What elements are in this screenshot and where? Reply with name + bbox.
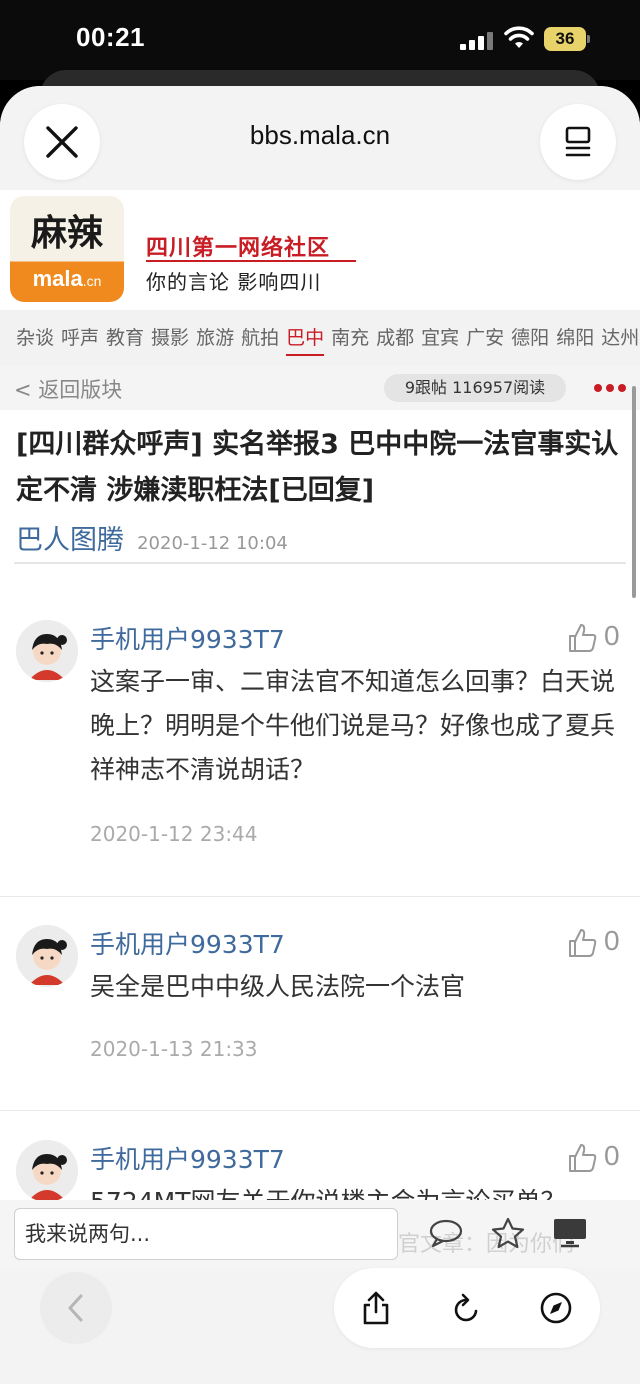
user-avatar-icon (16, 620, 78, 682)
category-tab[interactable]: 宜宾 (421, 310, 459, 366)
divider (0, 896, 640, 897)
comment-input[interactable] (15, 1209, 397, 1259)
slogan-underline (146, 260, 356, 262)
tabs-button[interactable] (540, 104, 616, 180)
comment-input-box[interactable] (14, 1208, 398, 1260)
thumbs-up-icon (569, 929, 597, 957)
battery-icon: 36 (544, 27, 590, 51)
desktop-icon (554, 1219, 586, 1248)
category-tab[interactable]: 航拍 (241, 310, 279, 366)
like-button[interactable]: 0 (566, 1140, 628, 1176)
category-tab[interactable]: 达州 (601, 310, 639, 366)
category-tab[interactable]: 呼声 (61, 310, 99, 366)
url-label[interactable]: bbs.mala.cn (120, 120, 520, 151)
avatar[interactable] (16, 1140, 78, 1200)
cellular-signal-icon (460, 30, 494, 50)
favorite-button[interactable] (488, 1214, 528, 1252)
post-header: [四川群众呼声] 实名举报3 巴中中院一法官事实认定不清 涉嫌渎职枉法[已回复]… (16, 422, 626, 557)
more-icon[interactable] (594, 384, 626, 392)
reply-username[interactable]: 手机用户9933T7 (90, 620, 285, 656)
reply-text: 5724MT网友关于你说楼主会为言论买单？ (90, 1180, 626, 1200)
reload-icon (454, 1293, 478, 1322)
tabs-icon (565, 126, 591, 157)
share-button[interactable] (356, 1288, 396, 1328)
divider (14, 562, 626, 564)
category-tab[interactable]: 广安 (466, 310, 504, 366)
close-icon (46, 126, 78, 158)
avatar[interactable] (16, 620, 78, 682)
comment-button[interactable] (426, 1214, 466, 1252)
back-to-board-link[interactable]: < 返回版块 (14, 374, 122, 404)
reply-text: 这案子一审、二审法官不知道怎么回事？白天说晚上？明明是个牛他们说是马？好像也成了… (90, 667, 616, 784)
thread-stats: 9跟帖 116957阅读 (384, 374, 566, 402)
post-author[interactable]: 巴人图腾 (16, 525, 124, 556)
divider (0, 1110, 640, 1111)
site-logo[interactable]: 麻辣 mala.cn (10, 196, 124, 302)
battery-level: 36 (544, 27, 586, 51)
category-tab[interactable]: 德阳 (511, 310, 549, 366)
reply-item: 手机用户9933T7 0 吴全是巴中中级人民法院一个法官 2020-1-13 2… (0, 925, 640, 1105)
web-page: 麻辣 mala.cn 四川第一网络社区 你的言论 影响四川 杂谈 呼声 教育 摄影 旅游… (0, 190, 640, 1200)
comment-bar: 官文章：因为你们 (0, 1200, 640, 1268)
post-title: [四川群众呼声] 实名举报3 巴中中院一法官事实认定不清 涉嫌渎职枉法[已回复] (16, 429, 619, 506)
reply-time: 2020-1-12 23:44 (90, 822, 258, 846)
compass-icon (540, 1292, 572, 1324)
reply-username[interactable]: 手机用户9933T7 (90, 925, 285, 961)
star-icon (491, 1217, 525, 1249)
reply-item: 手机用户9933T7 0 这案子一审、二审法官不知道怎么回事？白天说晚上？明明是… (0, 620, 640, 920)
desktop-view-button[interactable] (550, 1214, 590, 1252)
browser-sheet: bbs.mala.cn 麻辣 mala.cn 四川第一网络社区 你的言论 影响四… (0, 86, 640, 1384)
status-bar: 00:21 36 (0, 0, 640, 80)
reply-username[interactable]: 手机用户9933T7 (90, 1140, 285, 1176)
site-slogan: 四川第一网络社区 (146, 236, 331, 261)
thread-toolbar: < 返回版块 9跟帖 116957阅读 (0, 366, 640, 410)
like-count: 0 (604, 1140, 620, 1171)
browser-bottom-nav (0, 1268, 640, 1384)
category-tab[interactable]: 成都 (376, 310, 414, 366)
reload-button[interactable] (446, 1288, 486, 1328)
chevron-left-icon (68, 1294, 83, 1322)
thumbs-up-icon (569, 624, 597, 652)
browser-header: bbs.mala.cn (0, 86, 640, 190)
site-tagline: 你的言论 影响四川 (146, 270, 322, 294)
thumbs-up-icon (569, 1144, 597, 1172)
like-count: 0 (604, 620, 620, 651)
background-text: 官文章：因为你们 (398, 1232, 575, 1257)
scrollbar[interactable] (632, 386, 636, 598)
share-icon (363, 1291, 389, 1325)
browser-compass-button[interactable] (536, 1288, 576, 1328)
browser-actions (334, 1268, 600, 1348)
comment-icon (429, 1219, 463, 1248)
reply-time: 2020-1-13 21:33 (90, 1037, 258, 1061)
category-tab[interactable]: 杂谈 (16, 310, 54, 366)
category-tab[interactable]: 南充 (331, 310, 369, 366)
category-tab[interactable]: 摄影 (151, 310, 189, 366)
user-avatar-icon (16, 925, 78, 987)
reply-item: 手机用户9933T7 0 5724MT网友关于你说楼主会为言论买单？ (0, 1140, 640, 1200)
site-banner: 麻辣 mala.cn 四川第一网络社区 你的言论 影响四川 (0, 190, 640, 310)
status-time: 00:21 (76, 22, 145, 52)
category-nav: 杂谈 呼声 教育 摄影 旅游 航拍 巴中 南充 成都 宜宾 广安 德阳 绵阳 达州 (0, 310, 640, 366)
like-button[interactable]: 0 (566, 925, 628, 961)
like-button[interactable]: 0 (566, 620, 628, 656)
avatar[interactable] (16, 925, 78, 987)
post-date: 2020-1-12 10:04 (137, 533, 288, 554)
category-tab[interactable]: 旅游 (196, 310, 234, 366)
category-tab[interactable]: 绵阳 (556, 310, 594, 366)
wifi-icon (504, 26, 534, 48)
category-tab[interactable]: 教育 (106, 310, 144, 366)
back-button[interactable] (40, 1272, 112, 1344)
user-avatar-icon (16, 1140, 78, 1200)
reply-text: 吴全是巴中中级人民法院一个法官 (90, 972, 466, 1001)
close-button[interactable] (24, 104, 100, 180)
category-tab[interactable]: 巴中 (286, 310, 325, 366)
like-count: 0 (604, 925, 620, 956)
